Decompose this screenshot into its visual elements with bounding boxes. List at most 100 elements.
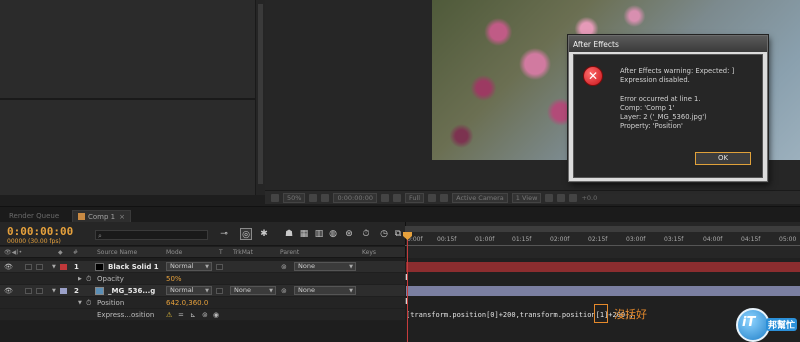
tab-comp-label: Comp 1 (88, 213, 116, 221)
lock-toggle[interactable] (36, 264, 43, 270)
panel-tabbar: Render Queue Comp 1 × (0, 206, 800, 223)
tick-label: 05:00 (779, 236, 797, 243)
flowchart-icon[interactable] (557, 193, 566, 202)
expression-label: Express...osition (97, 311, 155, 319)
layer-duration-bar[interactable] (406, 286, 800, 296)
toggle-icon[interactable] (545, 193, 554, 202)
expand-arrow-icon[interactable]: ▶ (78, 276, 82, 282)
lock-toggle[interactable] (36, 288, 43, 294)
tick-label: 04:15f (741, 236, 761, 243)
dialog-message-line: Error occurred at line 1. (620, 95, 701, 103)
tick-label: 03:00f (626, 236, 646, 243)
layer-name[interactable]: Black Solid 1 (108, 263, 159, 271)
parent-dropdown[interactable]: None (294, 286, 356, 295)
zoom-dropdown[interactable]: 50% (283, 192, 306, 203)
position-value[interactable]: 642.0,360.0 (166, 299, 208, 307)
parent-dropdown[interactable]: None (294, 262, 356, 271)
mode-dropdown[interactable]: Normal (166, 286, 212, 295)
eye-icon[interactable]: 👁 (4, 287, 13, 295)
expression-enable-icon[interactable]: = (178, 311, 184, 319)
preserve-transparency-toggle[interactable] (216, 288, 223, 294)
ruler-baseline (405, 245, 800, 246)
column-trkmat: TrkMat (233, 249, 253, 256)
motion-blur-icon[interactable]: ◍ (327, 228, 339, 240)
column-num: # (73, 249, 79, 256)
property-row: ▼ ⏱ Position 642.0,360.0 (0, 297, 405, 309)
comp-mini-flowchart-icon[interactable]: ⊸ (218, 228, 230, 240)
site-logo: iT 邦幫忙 (736, 306, 798, 342)
dialog-message-line: Property: 'Position' (620, 122, 683, 130)
tick-label: 01:15f (512, 236, 532, 243)
eye-icon[interactable]: 👁 (4, 263, 13, 271)
dialog-title: After Effects (573, 40, 619, 49)
pickwhip-icon[interactable]: ⊚ (281, 263, 287, 271)
pickwhip-icon[interactable]: ⊚ (202, 311, 208, 319)
grid-icon[interactable] (309, 193, 318, 202)
layer-column-header: 👁◀)• ◆ # Source Name Mode T TrkMat Paren… (0, 247, 405, 258)
flowchart-icon[interactable]: ⧉ (392, 228, 404, 240)
preserve-transparency-toggle[interactable] (216, 264, 223, 270)
stopwatch-icon[interactable]: ⏱ (86, 299, 91, 308)
views-dropdown[interactable]: 1 View (511, 192, 542, 203)
ok-button[interactable]: OK (695, 152, 751, 165)
snapshot-icon[interactable] (321, 193, 330, 202)
viewer-timecode[interactable]: 0:00:00:00 (333, 192, 377, 203)
hide-shy-icon[interactable]: ☗ (283, 228, 295, 240)
image-footage-icon (95, 287, 104, 295)
column-parent: Parent (280, 249, 300, 256)
label-header-icon: ◆ (58, 249, 63, 256)
close-icon[interactable]: × (119, 213, 125, 221)
current-time[interactable]: 0:00:00:00 (7, 225, 73, 238)
transparency-icon[interactable] (440, 193, 449, 202)
tick-label: 03:15f (664, 236, 684, 243)
stopwatch-icon[interactable]: ⏱ (86, 275, 91, 284)
draft-3d-icon[interactable]: ✱ (258, 228, 270, 240)
layer-duration-bar[interactable] (406, 262, 800, 272)
opacity-label: Opacity (97, 275, 124, 283)
label-color-swatch[interactable] (60, 288, 67, 294)
annotation-note: 沒括好 (614, 308, 647, 321)
graph-icon[interactable]: ⊾ (190, 311, 196, 319)
solo-toggle[interactable] (25, 288, 32, 294)
graph-editor-icon[interactable]: ⊛ (343, 228, 355, 240)
tick-label: 00:15f (437, 236, 457, 243)
viewer-option-icon[interactable] (271, 193, 279, 202)
layer-name[interactable]: _MG_536...g (108, 287, 155, 295)
trkmat-dropdown[interactable]: None (230, 286, 276, 295)
search-input[interactable]: ⌕ (95, 230, 208, 240)
fast-preview-icon[interactable] (569, 193, 578, 202)
region-icon[interactable] (428, 193, 437, 202)
brainstorm-icon[interactable]: ⏱ (360, 228, 372, 240)
tick-label: 02:15f (588, 236, 608, 243)
warning-icon[interactable]: ⚠ (166, 311, 172, 319)
label-color-swatch[interactable] (60, 264, 67, 270)
pickwhip-icon[interactable]: ⊚ (281, 287, 287, 295)
comp-swatch-icon (78, 213, 85, 220)
solo-toggle[interactable] (25, 264, 32, 270)
exposure-value[interactable]: +0.0 (581, 194, 597, 202)
expand-arrow-icon[interactable]: ▼ (52, 288, 56, 294)
work-area-bar[interactable] (405, 226, 800, 232)
layer-row[interactable]: 👁 ▼ 1 Black Solid 1 Normal ⊚ None (0, 261, 405, 273)
live-update-icon[interactable]: ◎ (240, 228, 252, 240)
layer-number: 2 (74, 287, 79, 295)
color-icon[interactable] (392, 193, 401, 202)
tick-label: 04:00f (703, 236, 723, 243)
expand-arrow-icon[interactable]: ▼ (78, 300, 82, 306)
mode-dropdown[interactable]: Normal (166, 262, 212, 271)
render-icon[interactable]: ◷ (378, 228, 390, 240)
current-time-indicator[interactable] (407, 232, 408, 342)
column-keys: Keys (362, 249, 377, 256)
camera-dropdown[interactable]: Active Camera (452, 192, 508, 203)
camera-icon[interactable] (380, 193, 389, 202)
logo-text: iT (742, 315, 756, 330)
frame-blending-switch-icon[interactable]: ▥ (313, 228, 325, 240)
panel-scrollbar[interactable] (255, 0, 265, 195)
column-source-name[interactable]: Source Name (97, 249, 137, 256)
expand-arrow-icon[interactable]: ▼ (52, 264, 56, 270)
opacity-value[interactable]: 50% (166, 275, 182, 283)
language-menu-icon[interactable]: ◉ (213, 311, 219, 319)
frame-blend-icon[interactable]: ▦ (298, 228, 310, 240)
layer-row[interactable]: 👁 ▼ 2 _MG_536...g Normal None ⊚ None (0, 285, 405, 297)
resolution-dropdown[interactable]: Full (404, 192, 425, 203)
